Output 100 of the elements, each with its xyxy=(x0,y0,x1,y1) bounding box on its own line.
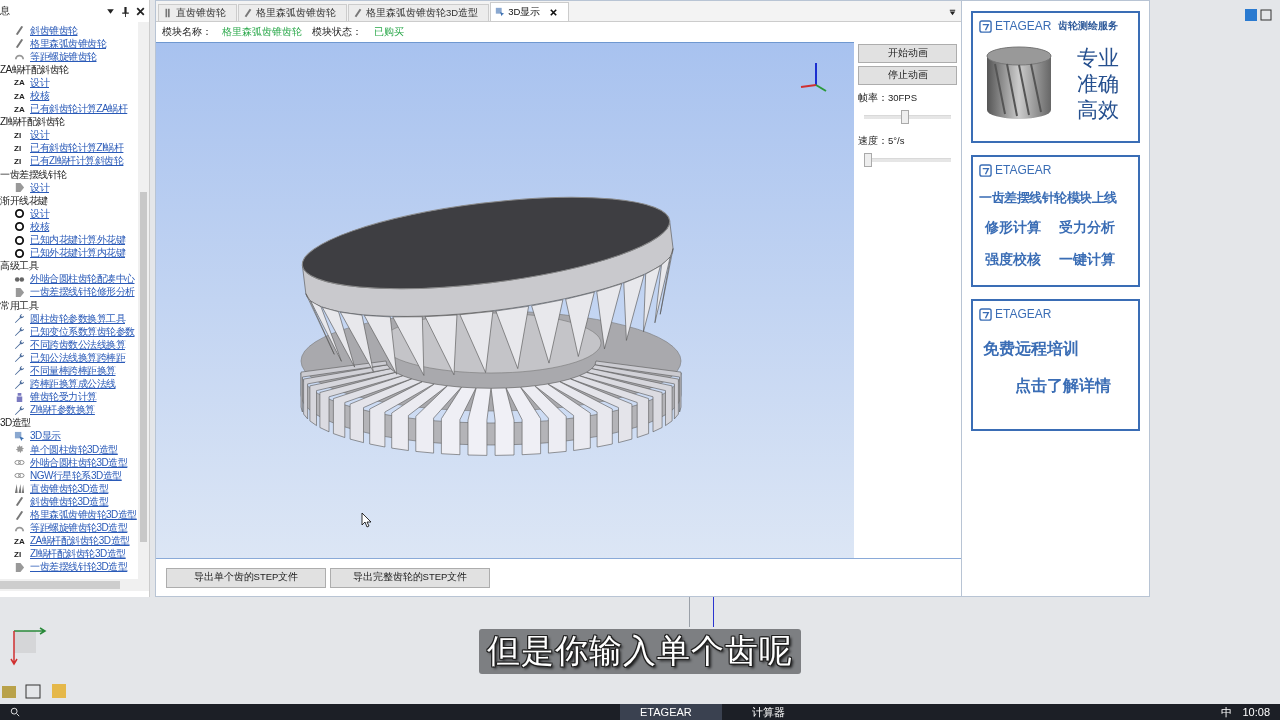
pin-icon[interactable] xyxy=(120,5,131,17)
search-icon[interactable] xyxy=(10,707,20,717)
document-tab[interactable]: 格里森弧齿锥齿轮 xyxy=(238,4,347,21)
details-link[interactable]: 点击了解详情 xyxy=(979,376,1132,397)
tree-link[interactable]: 不同跨齿数公法线换算 xyxy=(30,337,125,352)
brand-name: ETAGEAR xyxy=(995,307,1052,321)
tree-link[interactable]: 格里森弧齿锥齿轮3D造型 xyxy=(30,508,137,522)
tree-group-label[interactable]: ZA蜗杆配斜齿轮 xyxy=(0,62,69,77)
slogan-text: 准确 xyxy=(1077,71,1119,97)
type-label: ZI xyxy=(14,130,22,140)
tree-link[interactable]: 圆柱齿轮参数换算工具 xyxy=(30,311,125,326)
taskbar-app[interactable]: ETAGEAR xyxy=(620,704,722,720)
tree-group-label[interactable]: 一齿差摆线针轮 xyxy=(0,167,67,182)
tree-link[interactable]: 斜齿锥齿轮 xyxy=(30,23,78,38)
tree-link[interactable]: 锥齿轮受力计算 xyxy=(30,390,97,405)
tree-link[interactable]: 单个圆柱齿轮3D造型 xyxy=(30,442,118,457)
tree-link[interactable]: NGW行星轮系3D造型 xyxy=(30,468,122,483)
tree-link[interactable]: 校核 xyxy=(30,219,49,234)
cursor-icon xyxy=(361,512,372,528)
ad-banner[interactable]: ETAGEAR 一齿差摆线针轮模块上线 修形计算 受力分析 强度校核 一键计算 xyxy=(971,155,1140,287)
document-tab[interactable]: 直齿锥齿轮 xyxy=(158,4,237,21)
tree-link[interactable]: ZA蜗杆配斜齿轮3D造型 xyxy=(30,534,130,549)
tree-group-label[interactable]: 常用工具 xyxy=(0,298,38,313)
tree-link[interactable]: 设计 xyxy=(30,128,49,143)
tree-link[interactable]: 不同量棒跨棒距换算 xyxy=(30,364,116,378)
tree-link[interactable]: 等距螺旋锥齿轮 xyxy=(30,49,97,64)
type-label: ZA xyxy=(14,91,25,101)
feature-text: 受力分析 xyxy=(1058,219,1116,237)
tree-link[interactable]: 外啮合圆柱齿轮配凑中心 xyxy=(30,272,135,287)
3d-viewport[interactable] xyxy=(156,42,854,558)
view-icon xyxy=(14,430,25,442)
tree-group-label[interactable]: ZI蜗杆配斜齿轮 xyxy=(0,115,65,130)
tree-link[interactable]: 一齿差摆线针轮3D造型 xyxy=(30,560,128,575)
document-tab[interactable]: 3D显示 xyxy=(490,2,570,21)
taskbar-app[interactable]: 计算器 xyxy=(731,704,815,720)
slider-label: 速度：5°/s xyxy=(858,135,906,148)
tree-link[interactable]: ZI蜗杆配斜齿轮3D造型 xyxy=(30,547,126,562)
feature-text: 修形计算 xyxy=(985,219,1042,237)
stripe-icon xyxy=(14,25,25,37)
slider-thumb[interactable] xyxy=(864,153,872,167)
tree-link[interactable]: 一齿差摆线针轮修形分析 xyxy=(30,285,135,300)
export-button[interactable]: 导出单个齿的STEP文件 xyxy=(166,567,326,588)
ad-banner[interactable]: ETAGEAR 齿轮测绘服务 专业 准确 高效 xyxy=(971,11,1140,143)
tree-link[interactable]: 设计 xyxy=(30,180,49,195)
document-tab[interactable]: 格里森弧齿锥齿轮3D造型 xyxy=(348,4,490,21)
wrench-icon xyxy=(14,378,25,390)
vertical-scrollbar[interactable] xyxy=(138,22,149,579)
tree-link[interactable]: 已知公法线换算跨棒距 xyxy=(30,350,125,365)
tree-link[interactable]: 已知内花键计算外花键 xyxy=(30,233,125,248)
tree-group-label[interactable]: 渐开线花键 xyxy=(0,193,48,208)
tree-link[interactable]: 已有ZI蜗杆计算斜齿轮 xyxy=(30,154,124,169)
ring-icon xyxy=(14,247,25,259)
tree-link[interactable]: 外啮合圆柱齿轮3D造型 xyxy=(30,455,128,470)
wrench-icon xyxy=(14,313,25,325)
tree-link[interactable]: 设计 xyxy=(30,206,49,221)
figure-icon xyxy=(14,391,25,403)
field-label: 模块名称： xyxy=(162,25,212,39)
tree-link[interactable]: ZI蜗杆参数换算 xyxy=(30,403,95,418)
close-icon[interactable] xyxy=(135,5,146,17)
feature-text: 一键计算 xyxy=(1058,251,1116,269)
clock[interactable]: 10:08 xyxy=(1242,706,1270,718)
animation-button[interactable]: 停止动画 xyxy=(858,66,957,85)
export-button[interactable]: 导出完整齿轮的STEP文件 xyxy=(330,567,490,588)
tree-link[interactable]: 斜齿锥齿轮3D造型 xyxy=(30,494,109,509)
stripe-icon xyxy=(14,496,25,508)
gear-icon xyxy=(14,444,25,456)
brand-name: ETAGEAR xyxy=(995,19,1052,33)
tree-group-label[interactable]: 高级工具 xyxy=(0,259,38,274)
input-method-indicator[interactable]: 中 xyxy=(1221,704,1233,720)
tree-link[interactable]: 直齿锥齿轮3D造型 xyxy=(30,481,109,496)
tree-link[interactable]: 等距螺旋锥齿轮3D造型 xyxy=(30,521,128,536)
slider-thumb[interactable] xyxy=(900,110,909,124)
horizontal-scrollbar[interactable] xyxy=(0,579,149,591)
tree-link[interactable]: 已知外花键计算内花键 xyxy=(30,246,125,261)
wrench-icon xyxy=(14,352,25,364)
tree-link[interactable]: 已有斜齿轮计算ZI蜗杆 xyxy=(30,141,124,156)
pentagon-icon xyxy=(14,182,25,194)
type-label: ZI xyxy=(14,549,22,559)
tree-link[interactable]: 设计 xyxy=(30,75,49,90)
tree-link[interactable]: 格里森弧齿锥齿轮 xyxy=(30,36,106,51)
slider-label: 帧率：30FPS xyxy=(858,92,919,105)
window-tool-icons[interactable] xyxy=(1244,8,1274,22)
ring-icon xyxy=(14,221,25,233)
tab-list-icon[interactable] xyxy=(948,8,957,17)
ad-banner[interactable]: ETAGEAR 免费远程培训 点击了解详情 xyxy=(971,299,1140,431)
tree-link[interactable]: 校核 xyxy=(30,89,49,103)
wrench-icon xyxy=(14,365,25,377)
tree-link[interactable]: 已知变位系数算齿轮参数 xyxy=(30,324,135,339)
close-icon[interactable] xyxy=(549,7,559,17)
tree-link[interactable]: 已有斜齿轮计算ZA蜗杆 xyxy=(30,102,128,117)
tree-link[interactable]: 跨棒距换算成公法线 xyxy=(30,377,116,392)
animation-button[interactable]: 开始动画 xyxy=(858,44,957,63)
logo-icon xyxy=(979,307,992,321)
stripe-icon xyxy=(14,509,25,521)
stripe-icon xyxy=(353,8,363,18)
view-icon xyxy=(495,7,506,17)
tree-group-label[interactable]: 3D造型 xyxy=(0,416,31,431)
tagline: 齿轮测绘服务 xyxy=(1058,19,1119,33)
tree-link[interactable]: 3D显示 xyxy=(30,429,61,444)
pentagon-icon xyxy=(14,561,25,573)
